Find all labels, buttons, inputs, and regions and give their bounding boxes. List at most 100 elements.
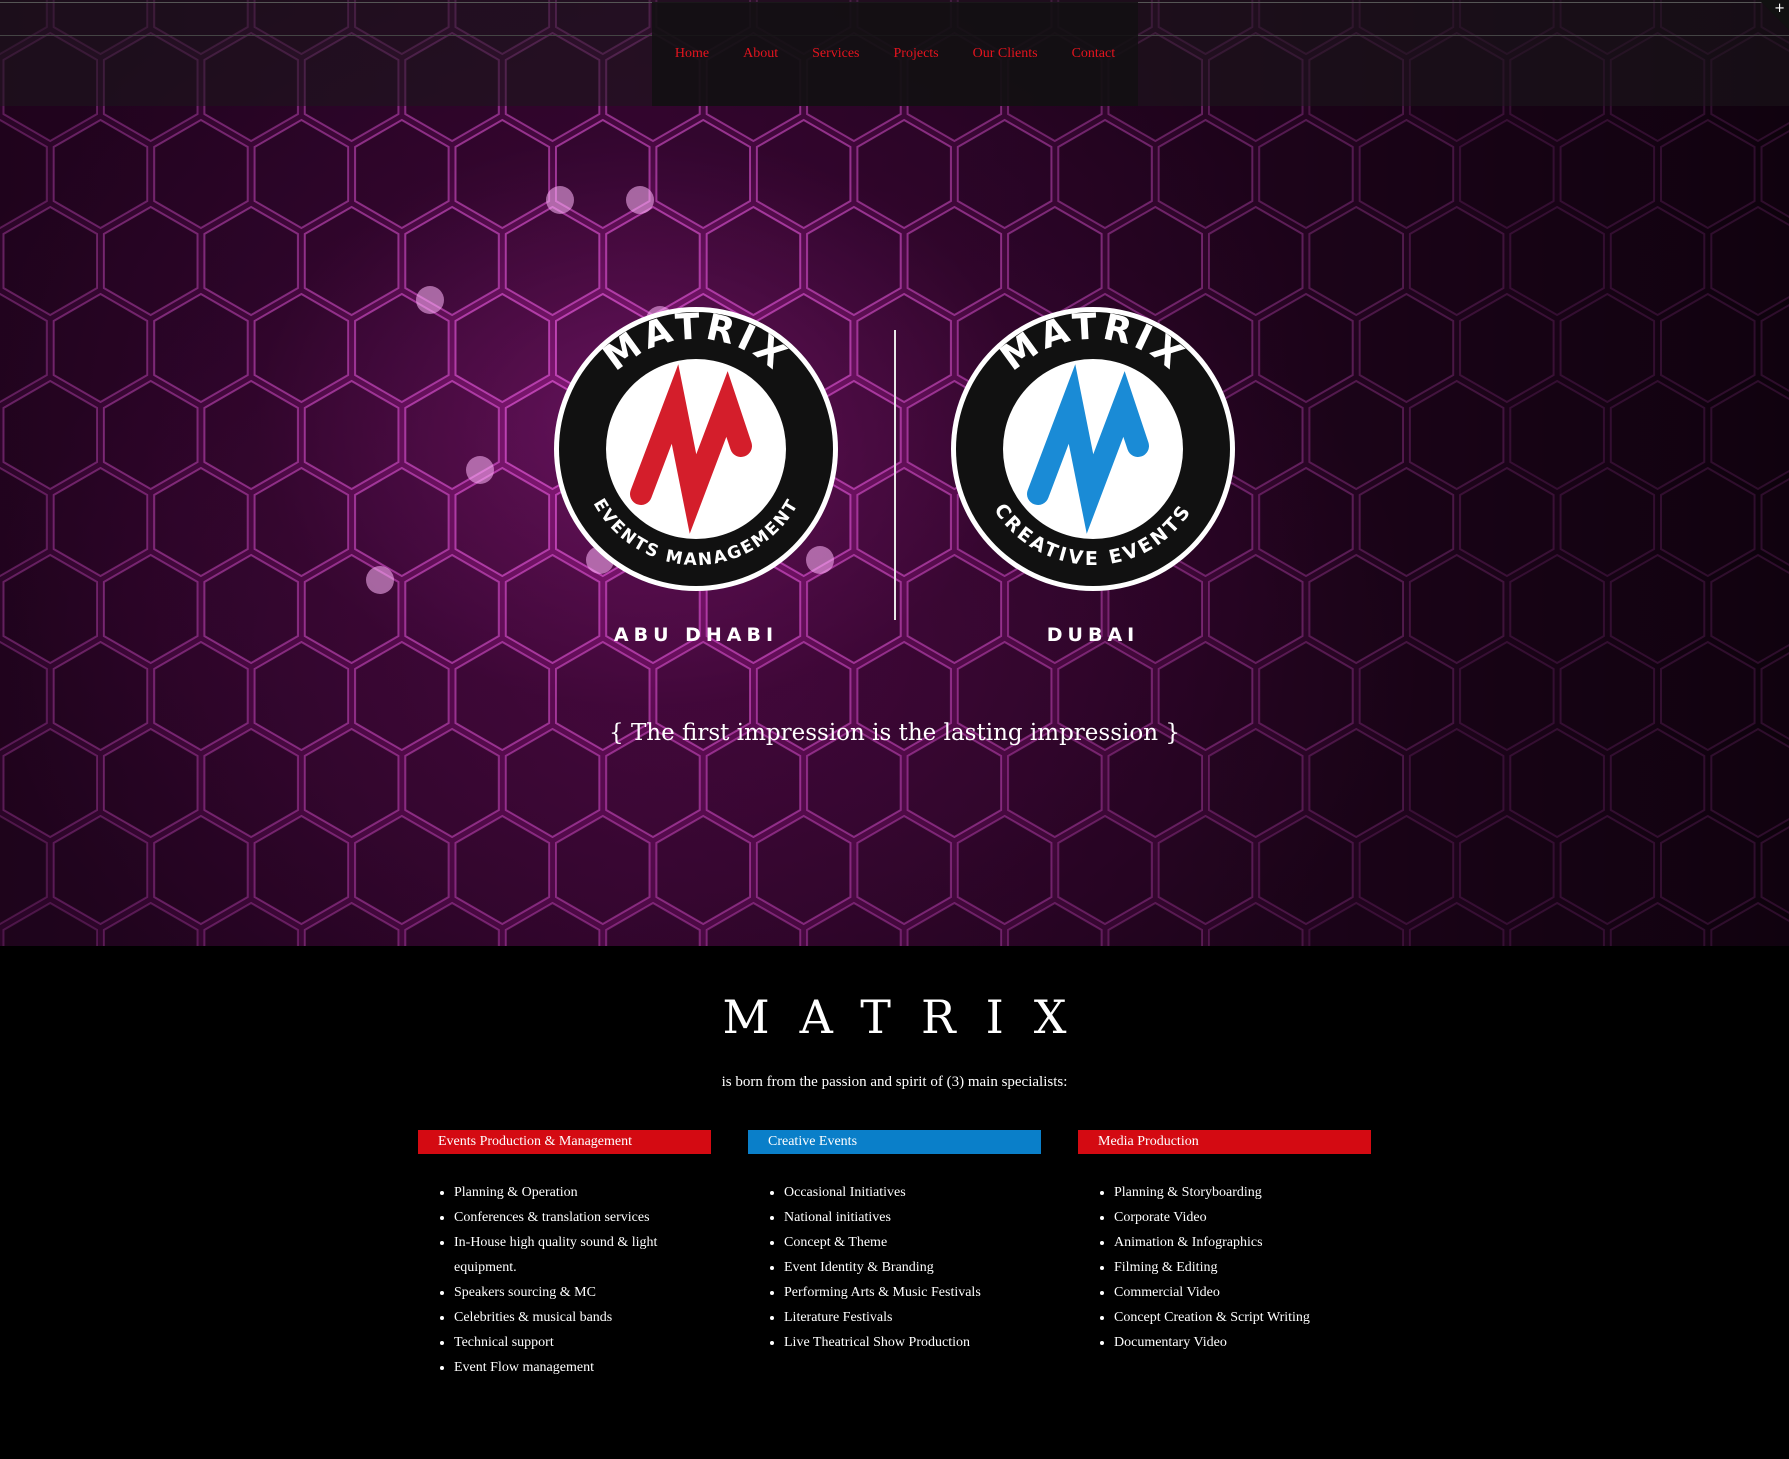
list-item: Speakers sourcing & MC (454, 1280, 711, 1305)
hexagon-tile (1057, 814, 1153, 926)
hexagon-tile (1459, 814, 1555, 926)
hexagon-tile (1660, 814, 1756, 926)
hexagon-tile (153, 118, 249, 230)
hexagon-tile (203, 205, 299, 317)
list-item: National initiatives (784, 1205, 1041, 1230)
list-item: Literature Festivals (784, 1305, 1041, 1330)
list-item: Filming & Editing (1114, 1255, 1371, 1280)
hexagon-tile (1660, 292, 1756, 404)
list-item: Performing Arts & Music Festivals (784, 1280, 1041, 1305)
glow-spot (626, 186, 654, 214)
nav-our-clients[interactable]: Our Clients (973, 46, 1038, 62)
hexagon-tile (956, 814, 1053, 926)
hexagon-tile (1559, 814, 1656, 926)
hexagon-tile (1509, 553, 1605, 665)
hexagon-tile (1308, 379, 1404, 491)
list-item: Event Flow management (454, 1355, 711, 1380)
hexagon-tile (1308, 205, 1404, 317)
hexagon-tile (1157, 814, 1254, 926)
hexagon-tile (0, 292, 48, 404)
nav-box: Home About Services Projects Our Clients… (652, 2, 1138, 106)
hexagon-tile (856, 814, 952, 926)
hero-tagline: { The first impression is the lasting im… (609, 720, 1180, 746)
hexagon-tile (52, 466, 149, 578)
hexagon-tile (1208, 205, 1304, 317)
hexagon-tile (1459, 118, 1555, 230)
hexagon-tile (253, 814, 350, 926)
specialist-heading: Creative Events (748, 1130, 1041, 1154)
hexagon-tile (1559, 292, 1656, 404)
list-item: Conferences & translation services (454, 1205, 711, 1230)
main-nav: Home About Services Projects Our Clients… (652, 46, 1138, 62)
specialist-column: Media Production Planning & Storyboardin… (1078, 1130, 1371, 1355)
specialist-list: Planning & Storyboarding Corporate Video… (1078, 1180, 1371, 1355)
hexagon-tile (354, 466, 450, 578)
matrix-creative-logo: MATRIX CREATIVE EVENTS (951, 306, 1235, 591)
hexagon-tile (1358, 466, 1455, 578)
list-item: Concept Creation & Script Writing (1114, 1305, 1371, 1330)
hexagon-tile (856, 118, 952, 230)
list-item: Corporate Video (1114, 1205, 1371, 1230)
hexagon-tile (605, 205, 701, 317)
logo-divider (894, 330, 896, 620)
nav-home[interactable]: Home (675, 46, 709, 62)
city-label-dubai: DUBAI (1046, 624, 1140, 646)
hexagon-tile (52, 292, 149, 404)
hexagon-tile (1157, 118, 1254, 230)
hexagon-tile (404, 553, 500, 665)
hexagon-tile (303, 379, 400, 491)
plus-icon[interactable]: + (1774, 1, 1785, 16)
list-item: Celebrities & musical bands (454, 1305, 711, 1330)
hexagon-tile (1258, 466, 1354, 578)
specialist-column: Creative Events Occasional Initiatives N… (748, 1130, 1041, 1355)
nav-contact[interactable]: Contact (1072, 46, 1116, 62)
hexagon-tile (1057, 118, 1153, 230)
hexagon-tile (1408, 379, 1505, 491)
brand-heading: MATRIX (722, 990, 1097, 1044)
glow-spot (366, 566, 394, 594)
nav-about[interactable]: About (743, 46, 778, 62)
hexagon-tile (52, 814, 149, 926)
nav-services[interactable]: Services (812, 46, 859, 62)
hexagon-tile (454, 118, 551, 230)
hexagon-tile (2, 205, 98, 317)
hexagon-tile (253, 118, 350, 230)
hexagon-tile (906, 205, 1003, 317)
hexagon-tile (755, 118, 852, 230)
specialist-heading: Media Production (1078, 1130, 1371, 1154)
hexagon-tile (354, 814, 450, 926)
hexagon-tile (303, 205, 400, 317)
hexagon-tile (153, 814, 249, 926)
list-item: Animation & Infographics (1114, 1230, 1371, 1255)
hexagon-tile (1609, 379, 1706, 491)
hexagon-tile (52, 118, 149, 230)
hexagon-tile (555, 814, 651, 926)
hexagon-tile (1710, 205, 1789, 317)
hexagon-tile (253, 466, 350, 578)
hexagon-tile (203, 379, 299, 491)
list-item: In-House high quality sound & light equi… (454, 1230, 711, 1280)
hexagon-tile (153, 292, 249, 404)
hexagon-tile (1660, 118, 1756, 230)
list-item: Planning & Operation (454, 1180, 711, 1205)
hexagon-tile (655, 814, 751, 926)
city-label-abu-dhabi: ABU DHABI (613, 624, 779, 646)
nav-projects[interactable]: Projects (894, 46, 939, 62)
hexagon-tile (1609, 553, 1706, 665)
hexagon-tile (1107, 205, 1203, 317)
hexagon-tile (856, 466, 952, 578)
hexagon-tile (102, 379, 199, 491)
hexagon-tile (354, 118, 450, 230)
list-item: Documentary Video (1114, 1330, 1371, 1355)
hexagon-tile (1258, 292, 1354, 404)
hexagon-tile (1509, 205, 1605, 317)
hexagon-tile (1459, 466, 1555, 578)
hexagon-tile (0, 118, 48, 230)
hexagon-tile (1559, 466, 1656, 578)
hexagon-tile (1660, 466, 1756, 578)
hexagon-tile (655, 118, 751, 230)
specialist-column: Events Production & Management Planning … (418, 1130, 711, 1380)
hexagon-tile (1358, 118, 1455, 230)
hexagon-tile (1258, 118, 1354, 230)
hexagon-tile (0, 466, 48, 578)
